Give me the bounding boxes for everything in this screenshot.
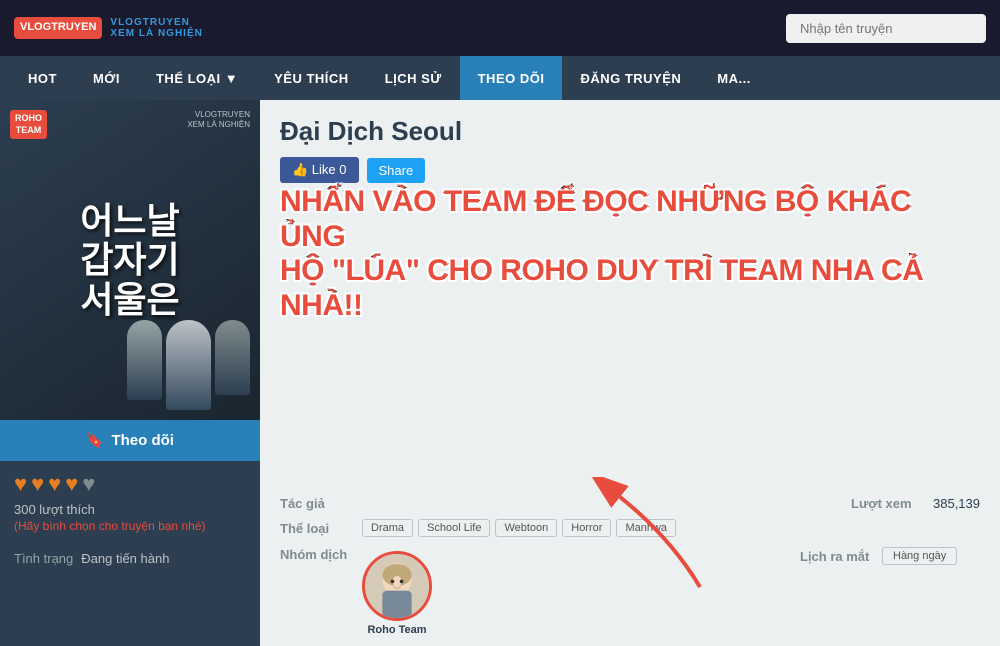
nav-item-more[interactable]: MA... <box>699 56 769 100</box>
heart-2[interactable]: ♥ <box>31 471 44 497</box>
logo-icon: VLOGTRUYEN <box>14 17 102 38</box>
arrow-svg <box>540 477 740 597</box>
follow-label: Theo dõi <box>111 432 174 449</box>
logo-main-text: VLOGTRUYEN <box>110 17 202 28</box>
bookmark-icon: 🔖 <box>86 432 103 449</box>
nav-item-lichsu[interactable]: LỊCH SỬ <box>367 56 460 100</box>
vlogtruyen-watermark: VLOGTRUYEN XEM LÀ NGHIỆN <box>187 110 250 131</box>
genre-school[interactable]: School Life <box>418 519 490 537</box>
logo-sub-text: XEM LÀ NGHIỆN <box>110 28 202 39</box>
status-label: Tình trạng <box>14 551 73 566</box>
status-value: Đang tiến hành <box>81 551 169 566</box>
vote-text: (Hãy bình chọn cho truyện bạn nhé) <box>0 519 260 543</box>
views-label: Lượt xem <box>851 496 921 511</box>
nav-item-theodoi[interactable]: THEO DÕI <box>460 56 563 100</box>
search-input[interactable] <box>786 14 986 43</box>
heart-3[interactable]: ♥ <box>48 471 61 497</box>
nav-item-theloai[interactable]: THỂ LOẠI ▼ <box>138 56 256 100</box>
heart-4[interactable]: ♥ <box>65 471 78 497</box>
likes-count: 300 lượt thích <box>0 502 260 519</box>
promo-line2: HỘ "LÚA" CHO ROHO DUY TRÌ TEAM NHA CẢ NH… <box>280 254 980 323</box>
nav-item-dangtruyen[interactable]: ĐĂNG TRUYỆN <box>562 56 699 100</box>
heart-empty[interactable]: ♥ <box>82 471 95 497</box>
genre-label: Thể loại <box>280 521 350 536</box>
translator-col: Nhóm dịch <box>280 547 580 636</box>
logo[interactable]: VLOGTRUYEN VLOGTRUYEN XEM LÀ NGHIỆN <box>14 17 203 39</box>
promo-overlay: NHẤN VÀO TEAM ĐỂ ĐỌC NHỮNG BỘ KHÁC ỦNG H… <box>280 185 980 323</box>
arrow-area: Lịch ra mắt Hàng ngày <box>600 547 980 565</box>
character-silhouettes <box>127 320 250 410</box>
action-row: 👍 Like 0 Share <box>260 157 1000 193</box>
release-label: Lịch ra mắt <box>800 549 870 564</box>
avatar-svg <box>365 551 429 621</box>
team-avatar <box>362 551 432 621</box>
korean-title: 어느날갑자기서울은 <box>80 201 179 320</box>
nav-item-yeuthich[interactable]: YÊU THÍCH <box>256 56 367 100</box>
nav-item-hot[interactable]: HOT <box>10 56 75 100</box>
translator-release-row: Nhóm dịch <box>280 541 980 636</box>
manga-title: Đại Dịch Seoul <box>260 100 1000 157</box>
views-value: 385,139 <box>933 496 980 511</box>
follow-button[interactable]: 🔖 Theo dõi <box>0 420 260 461</box>
translator-label: Nhóm dịch <box>280 547 350 562</box>
roho-badge: ROHO TEAM <box>10 110 47 139</box>
header: VLOGTRUYEN VLOGTRUYEN XEM LÀ NGHIỆN <box>0 0 1000 56</box>
status-row: Tình trạng Đang tiến hành <box>0 543 260 574</box>
hearts-row: ♥ ♥ ♥ ♥ ♥ <box>0 461 260 502</box>
team-name-label: Roho Team <box>367 624 426 636</box>
cover-image: ROHO TEAM VLOGTRUYEN XEM LÀ NGHIỆN 어느날갑자… <box>0 100 260 420</box>
left-panel: ROHO TEAM VLOGTRUYEN XEM LÀ NGHIỆN 어느날갑자… <box>0 100 260 646</box>
author-row: Tác giả <box>280 496 362 511</box>
author-label: Tác giả <box>280 496 350 511</box>
team-avatar-area[interactable]: Roho Team <box>362 551 432 636</box>
main-content: ROHO TEAM VLOGTRUYEN XEM LÀ NGHIỆN 어느날갑자… <box>0 100 1000 646</box>
release-value: Hàng ngày <box>882 547 957 565</box>
like-button[interactable]: 👍 Like 0 <box>280 157 359 183</box>
views-row: Lượt xem 385,139 <box>851 496 980 511</box>
nav-bar: HOT MỚI THỂ LOẠI ▼ YÊU THÍCH LỊCH SỬ THE… <box>0 56 1000 100</box>
share-button[interactable]: Share <box>367 158 426 183</box>
promo-line1: NHẤN VÀO TEAM ĐỂ ĐỌC NHỮNG BỘ KHÁC ỦNG <box>280 185 980 254</box>
heart-1[interactable]: ♥ <box>14 471 27 497</box>
release-row: Lịch ra mắt Hàng ngày <box>800 547 980 565</box>
right-panel: Đại Dịch Seoul 👍 Like 0 Share NHẤN VÀO T… <box>260 100 1000 646</box>
logo-text: VLOGTRUYEN XEM LÀ NGHIỆN <box>110 17 202 39</box>
info-section: Tác giả Lượt xem 385,139 Thể loại Drama … <box>260 490 1000 646</box>
genre-drama[interactable]: Drama <box>362 519 413 537</box>
nav-item-moi[interactable]: MỚI <box>75 56 138 100</box>
